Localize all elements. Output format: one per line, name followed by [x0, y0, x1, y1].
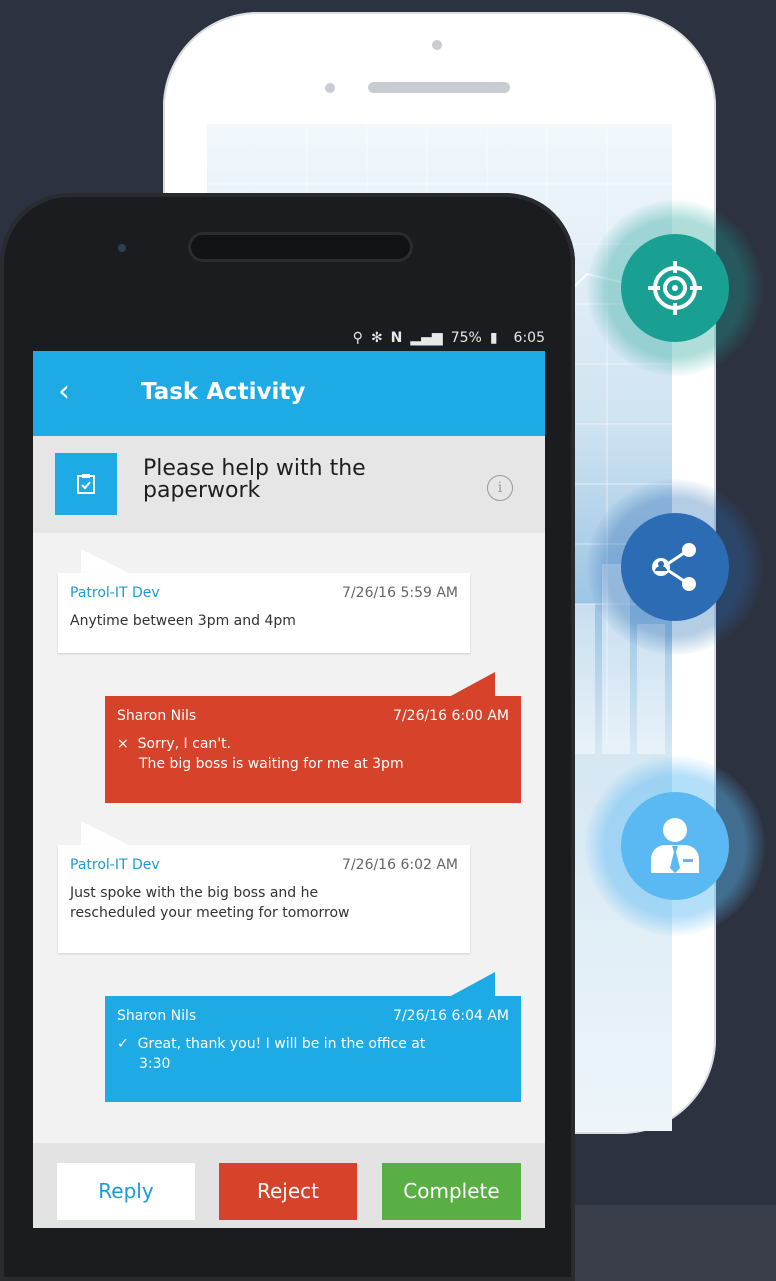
- message-sender: Sharon Nils: [117, 1008, 197, 1024]
- task-header: Please help with the paperwork i: [33, 436, 545, 533]
- action-bar: Reply Reject Complete: [33, 1143, 545, 1228]
- reject-mark-icon: ×: [117, 736, 129, 752]
- front-camera: [118, 244, 126, 252]
- clock: 6:05: [513, 330, 545, 346]
- front-speaker: [188, 232, 413, 262]
- message-sender: Patrol-IT Dev: [70, 585, 160, 601]
- message-time: 7/26/16 5:59 AM: [342, 585, 458, 601]
- message-bubble: Sharon Nils 7/26/16 6:04 AM ✓ Great, tha…: [105, 996, 521, 1102]
- target-fab[interactable]: [587, 200, 763, 376]
- back-phone-speaker: [368, 82, 510, 93]
- signal-icon: ▂▄▆: [410, 330, 443, 346]
- task-title: Please help with the paperwork: [143, 456, 366, 503]
- battery-percent: 75%: [450, 330, 482, 346]
- message-bubble: Patrol-IT Dev 7/26/16 5:59 AM Anytime be…: [58, 573, 470, 653]
- message-bubble: Sharon Nils 7/26/16 6:00 AM × Sorry, I c…: [105, 696, 521, 803]
- message-body: Just spoke with the big boss and he resc…: [70, 885, 350, 921]
- message-time: 7/26/16 6:04 AM: [393, 1008, 509, 1024]
- message-sender: Patrol-IT Dev: [70, 857, 160, 873]
- reply-button[interactable]: Reply: [57, 1163, 195, 1220]
- bubble-tail: [81, 821, 131, 846]
- bluetooth-icon: ✻: [370, 330, 383, 346]
- status-bar: ⚲ ✻ N ▂▄▆ 75% ▮ 6:05: [300, 327, 545, 349]
- message-time: 7/26/16 6:00 AM: [393, 708, 509, 724]
- info-icon[interactable]: i: [487, 475, 513, 501]
- message-sender: Sharon Nils: [117, 708, 197, 724]
- location-icon: ⚲: [352, 330, 363, 346]
- message-body: Anytime between 3pm and 4pm: [70, 613, 296, 629]
- user-fab[interactable]: [585, 756, 765, 936]
- app-bar: ‹ Task Activity: [33, 351, 545, 436]
- bubble-tail: [449, 672, 495, 697]
- message-body: ✓ Great, thank you! I will be in the off…: [117, 1036, 426, 1072]
- businessman-icon: [651, 818, 699, 873]
- share-fab[interactable]: [587, 479, 763, 655]
- app-screen: ‹ Task Activity Please help with the pap…: [33, 351, 545, 1228]
- bubble-tail: [81, 549, 131, 574]
- chevron-left-icon[interactable]: ‹: [58, 377, 70, 407]
- message-body: × Sorry, I can't. The big boss is waitin…: [117, 736, 404, 772]
- target-icon: [648, 261, 702, 315]
- share-user-icon: [652, 543, 696, 591]
- page-title: Task Activity: [141, 379, 306, 405]
- message-time: 7/26/16 6:02 AM: [342, 857, 458, 873]
- battery-icon: ▮: [489, 330, 498, 346]
- back-phone-sensor: [325, 83, 335, 93]
- reject-button[interactable]: Reject: [219, 1163, 357, 1220]
- nfc-icon: N: [390, 330, 403, 346]
- complete-button[interactable]: Complete: [382, 1163, 521, 1220]
- bubble-tail: [449, 972, 495, 997]
- clipboard-check-icon: [55, 453, 117, 515]
- message-bubble: Patrol-IT Dev 7/26/16 6:02 AM Just spoke…: [58, 845, 470, 953]
- back-phone-camera: [432, 40, 442, 50]
- check-mark-icon: ✓: [117, 1036, 129, 1052]
